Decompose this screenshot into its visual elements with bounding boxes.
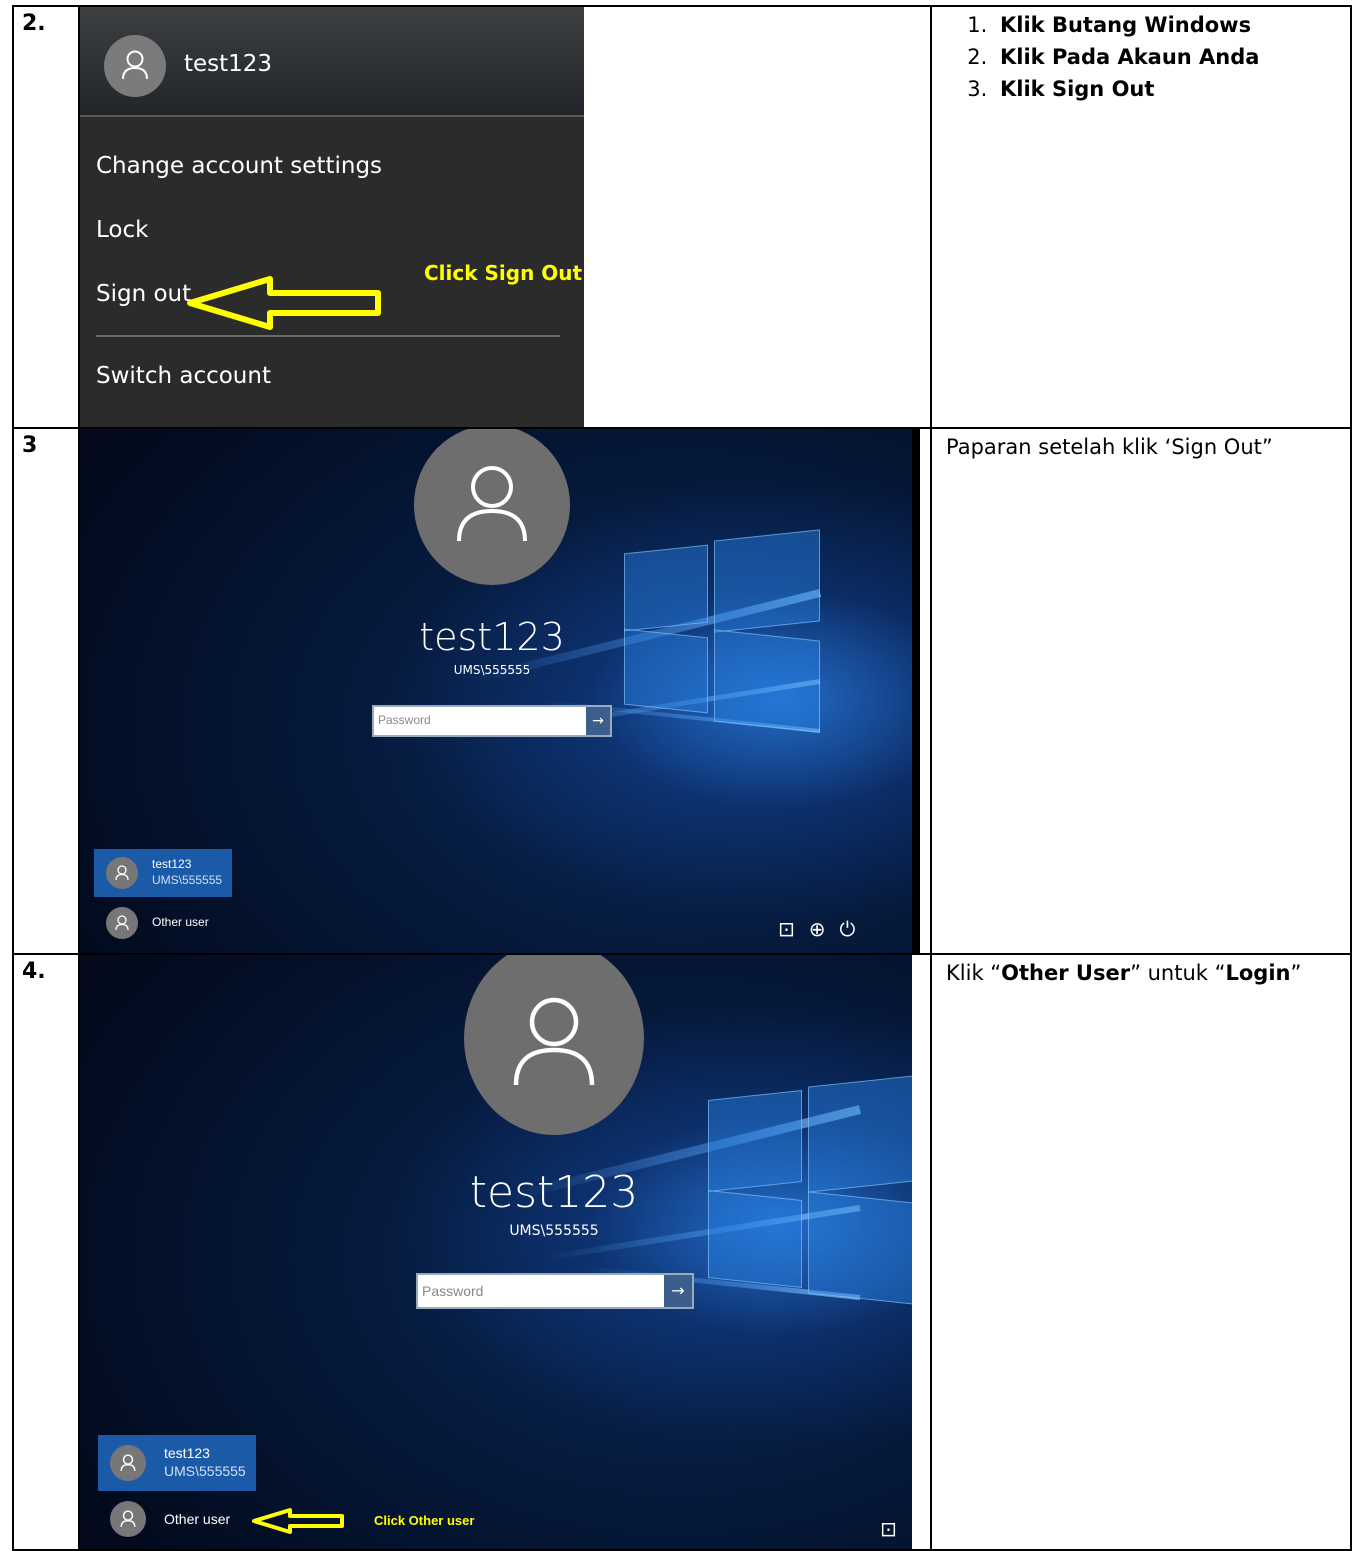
avatar [110, 1445, 146, 1481]
window-pane [808, 1191, 912, 1305]
system-icons: ⊡ ⊕ ⏻ [778, 917, 855, 941]
avatar[interactable] [104, 35, 166, 97]
divider [96, 335, 560, 337]
password-placeholder: Password [378, 713, 431, 727]
login-username: test123 [469, 1167, 639, 1218]
left-arrow-icon [187, 276, 381, 330]
avatar [106, 907, 138, 939]
user-silhouette-icon [115, 865, 129, 881]
submit-arrow-icon[interactable]: → [586, 707, 610, 735]
screenshot-login-1: test123 UMS\555555 Password → test123 UM… [78, 427, 932, 955]
password-field[interactable]: Password → [372, 705, 612, 737]
instruction-table: 2. test123 Change account settings Lock … [12, 5, 1352, 1551]
tile-domain: UMS\555555 [152, 873, 223, 887]
step-number: 2. [12, 5, 80, 429]
switch-account-item[interactable]: Switch account [96, 363, 271, 389]
description: Paparan setelah klik ‘Sign Out” [930, 427, 1352, 955]
lock-item[interactable]: Lock [96, 217, 148, 243]
power-icon[interactable]: ⏻ [840, 917, 856, 941]
left-arrow-icon [252, 1508, 344, 1534]
login-screen: test123 UMS\555555 Password → test123 UM… [81, 430, 912, 952]
other-user-label: Other user [152, 915, 209, 929]
table-row: 2. test123 Change account settings Lock … [12, 5, 1352, 429]
network-icon[interactable]: ⊡ [880, 1517, 897, 1541]
window-pane [714, 629, 820, 733]
avatar [106, 857, 138, 889]
avatar [414, 430, 570, 585]
step-list: Klik Butang Windows Klik Pada Akaun Anda… [946, 13, 1340, 101]
ease-of-access-icon[interactable]: ⊕ [809, 917, 826, 941]
login-screen: test123 UMS\555555 Password → test123 UM… [81, 956, 912, 1548]
menu-header: test123 [81, 8, 584, 117]
window-pane [624, 628, 708, 714]
instructions: Klik Butang Windows Klik Pada Akaun Anda… [930, 5, 1352, 429]
click-sign-out-annotation: Click Sign Out [424, 261, 583, 285]
click-other-user-annotation: Click Other user [374, 1513, 475, 1528]
table-row: 4. test123 UMS\555555 Password → test123… [12, 953, 1352, 1551]
network-icon[interactable]: ⊡ [778, 917, 795, 941]
user-silhouette-icon [120, 1454, 136, 1471]
submit-arrow-icon[interactable]: → [664, 1275, 692, 1307]
step-number: 4. [12, 953, 80, 1551]
other-user-label: Other user [164, 1511, 231, 1527]
user-tile-test123[interactable]: test123 UMS\555555 [98, 1435, 256, 1491]
user-silhouette-icon [513, 997, 595, 1086]
tile-domain: UMS\555555 [164, 1463, 246, 1479]
step-number: 3 [12, 427, 80, 955]
password-field[interactable]: Password → [416, 1273, 694, 1309]
tile-username: test123 [164, 1445, 210, 1461]
user-silhouette-icon [122, 50, 148, 80]
user-silhouette-icon [115, 915, 129, 931]
user-tile-test123[interactable]: test123 UMS\555555 [94, 849, 232, 897]
avatar [110, 1501, 146, 1537]
screenshot-login-2: test123 UMS\555555 Password → test123 UM… [78, 953, 932, 1551]
list-item: Klik Butang Windows [994, 13, 1340, 37]
sign-out-item[interactable]: Sign out [96, 281, 191, 307]
tile-username: test123 [152, 857, 192, 871]
window-pane [808, 1075, 912, 1193]
screen-edge [912, 430, 920, 952]
login-domain: UMS\555555 [509, 1223, 599, 1239]
menu-username: test123 [184, 51, 273, 77]
change-account-settings-item[interactable]: Change account settings [96, 153, 382, 179]
table-row: 3 test123 UMS\555555 Password → test123 … [12, 427, 1352, 955]
user-silhouette-icon [457, 466, 527, 542]
list-item: Klik Pada Akaun Anda [994, 45, 1340, 69]
account-menu: test123 Change account settings Lock Sig… [81, 8, 584, 426]
window-pane [714, 529, 820, 633]
window-pane [624, 544, 708, 632]
description: Klik “Other User” untuk “Login” [930, 953, 1352, 1551]
system-icons: ⊡ [880, 1517, 897, 1541]
list-item: Klik Sign Out [994, 77, 1340, 101]
login-domain: UMS\555555 [453, 663, 531, 677]
window-pane [708, 1190, 802, 1288]
window-pane [708, 1090, 802, 1192]
user-silhouette-icon [120, 1510, 136, 1527]
user-tile-other-user[interactable]: Other user [94, 903, 254, 943]
password-placeholder: Password [422, 1283, 484, 1299]
login-username: test123 [419, 615, 565, 659]
avatar [464, 956, 644, 1135]
screenshot-account-menu: test123 Change account settings Lock Sig… [78, 5, 932, 429]
